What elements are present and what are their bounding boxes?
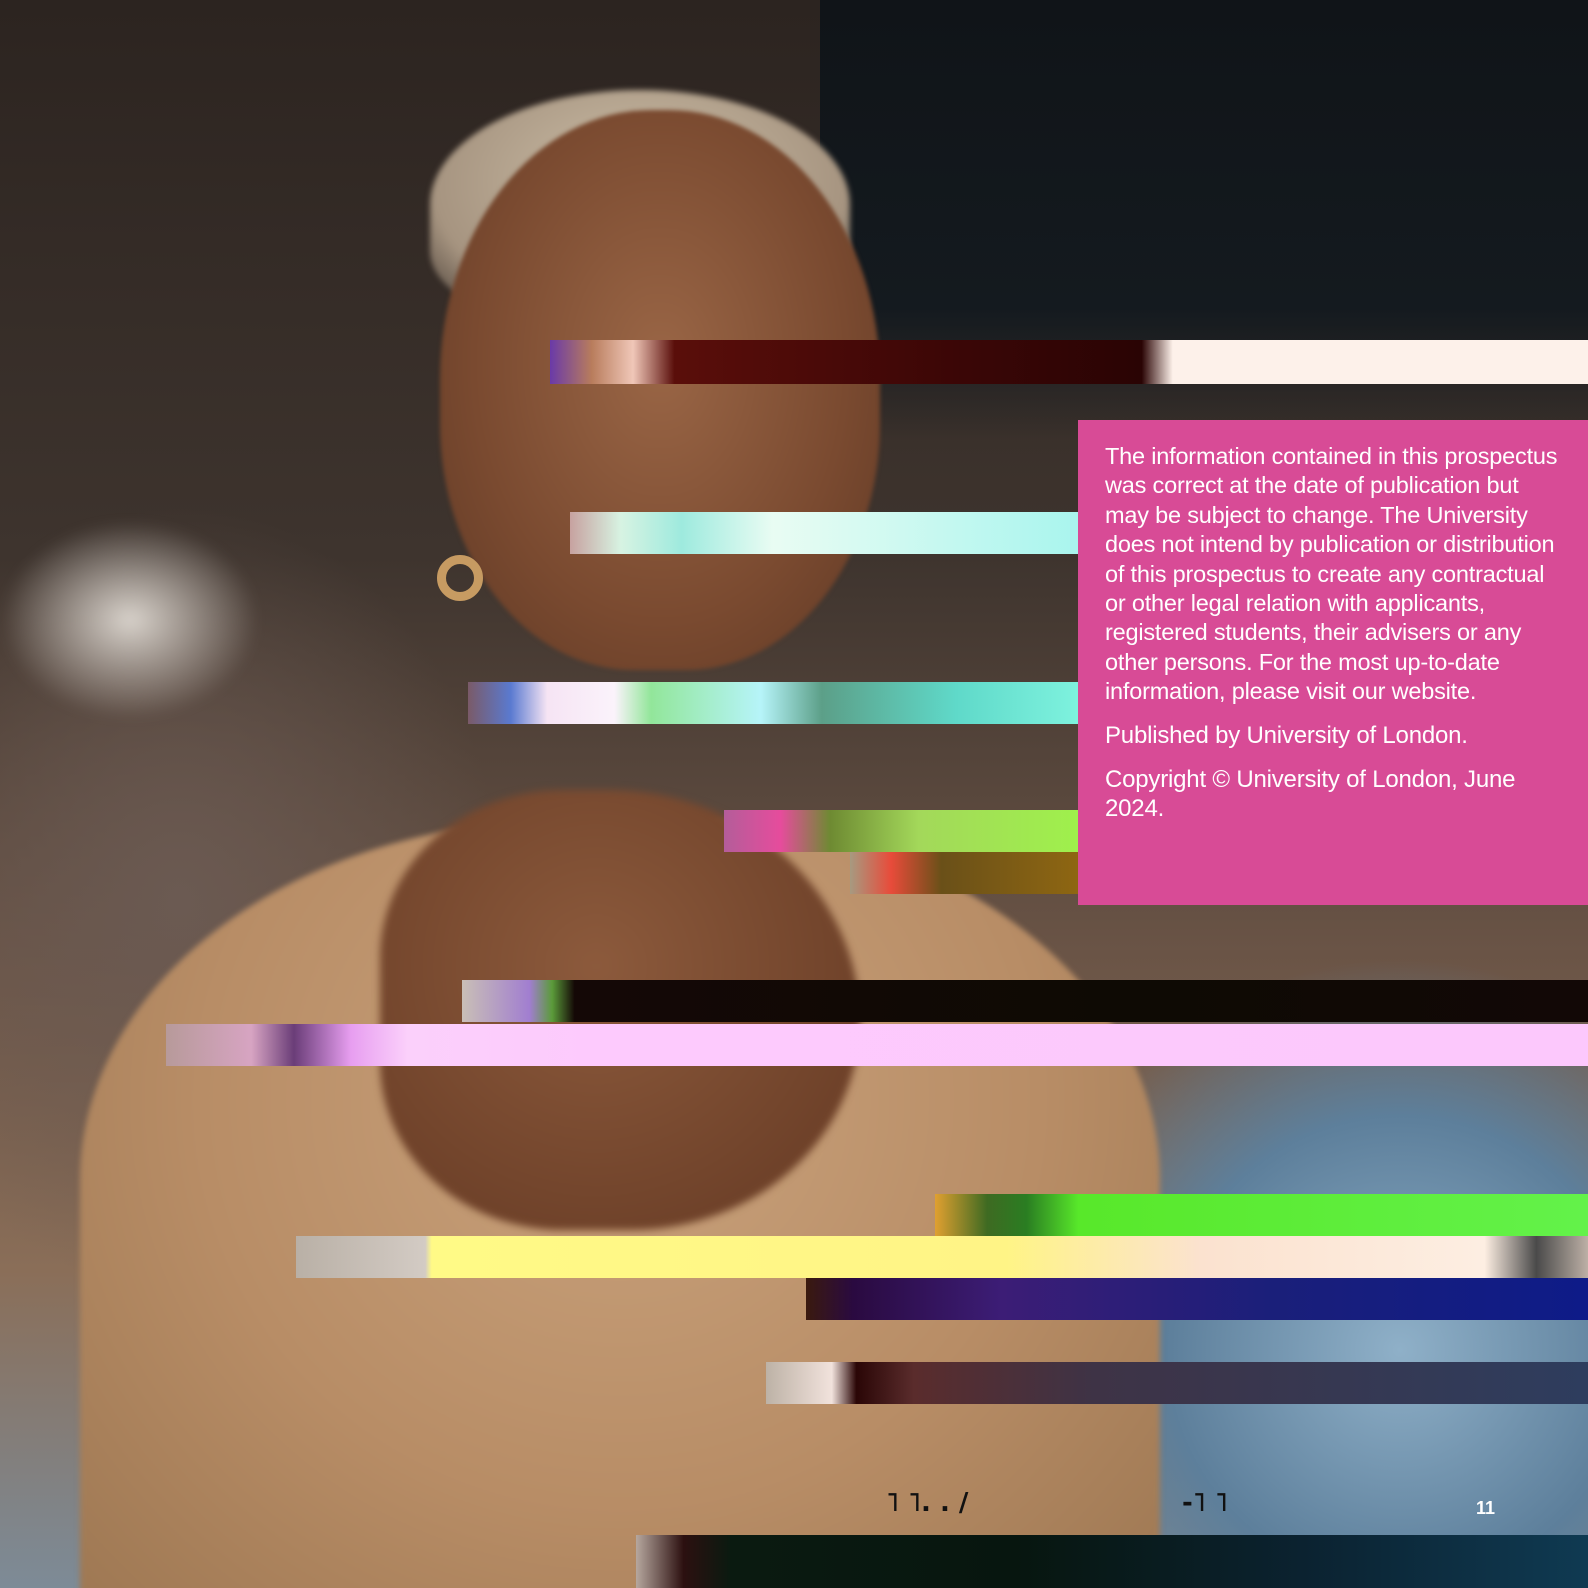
- page-number: 11: [1476, 1498, 1496, 1518]
- glitch-band: [166, 1024, 1588, 1066]
- photo-bokeh-light: [0, 520, 260, 720]
- glitch-band: [806, 1278, 1588, 1320]
- publisher-line: Published by University of London.: [1105, 721, 1468, 749]
- glitch-band: [724, 810, 1078, 852]
- glitch-band: [462, 980, 1588, 1022]
- prospectus-page: The information contained in this prospe…: [0, 0, 1588, 1588]
- glitch-band: [935, 1194, 1588, 1236]
- glitch-band: [296, 1236, 1588, 1278]
- disclaimer-panel: The information contained in this prospe…: [1078, 420, 1588, 905]
- glitch-band: [468, 682, 1078, 724]
- photo-earring: [437, 555, 483, 601]
- disclaimer-text: The information contained in this prospe…: [1105, 443, 1558, 705]
- glitch-band: [636, 1535, 1588, 1588]
- glitch-band: [850, 852, 1078, 894]
- glitch-band: [570, 512, 1078, 554]
- photo-face: [440, 110, 880, 670]
- garbled-footer-text-left: ˥ ˥. . /: [886, 1488, 969, 1518]
- glitch-band: [766, 1362, 1588, 1404]
- glitch-band: [550, 340, 1588, 384]
- garbled-footer-text-right: -˥ ˥: [1182, 1488, 1228, 1518]
- copyright-line: Copyright © University of London, June 2…: [1105, 766, 1516, 823]
